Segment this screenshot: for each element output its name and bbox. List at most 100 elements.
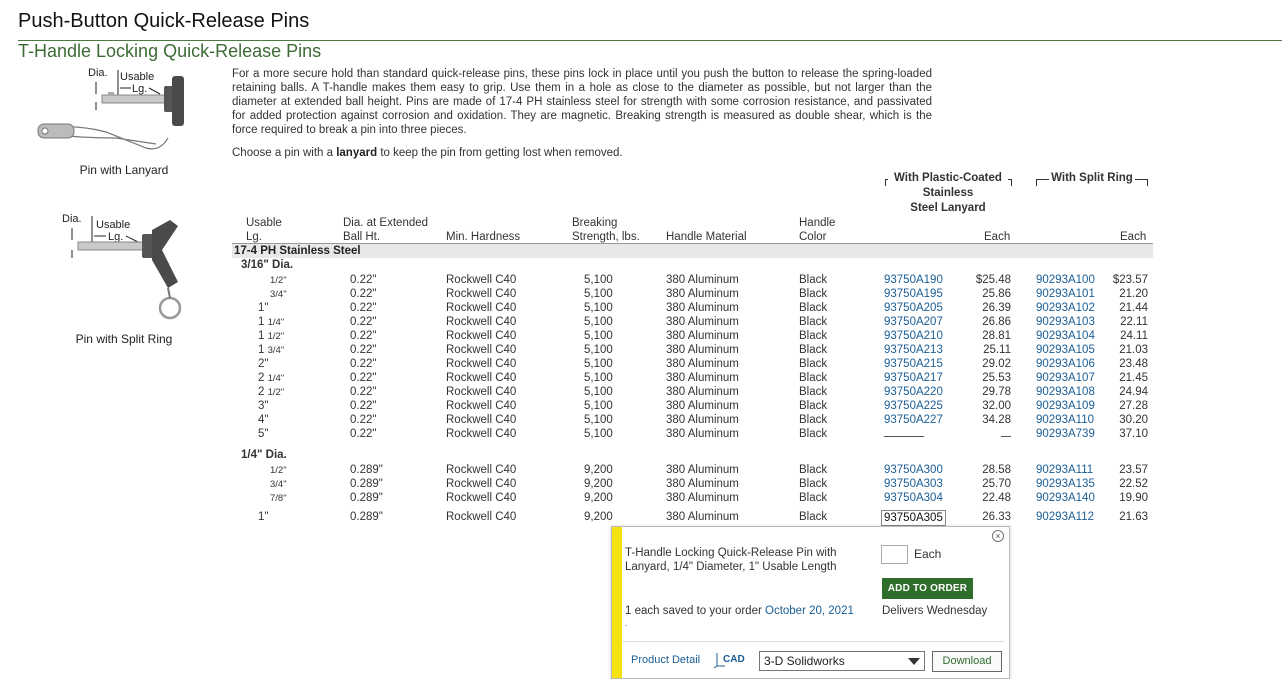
split-ring-part-number-link[interactable]: 90293A135 <box>1036 477 1095 491</box>
lanyard-part-number-link[interactable]: 93750A304 <box>884 491 943 505</box>
usable-length-cell: 2 1/2" <box>258 385 284 400</box>
table-row: 7/8" 0.289" Rockwell C40 9,200 380 Aluminum B… <box>0 491 1282 505</box>
split-ring-part-number-link[interactable]: 90293A101 <box>1036 287 1095 301</box>
lanyard-part-number-link[interactable]: 93750A220 <box>884 385 943 399</box>
split-ring-dia-label: Dia. <box>62 213 82 225</box>
close-icon[interactable]: × <box>992 530 1004 542</box>
split-ring-part-number-link[interactable]: 90293A111 <box>1036 463 1093 477</box>
handle-color-cell: Black <box>799 288 828 300</box>
usable-length-cell: 1" <box>258 301 268 316</box>
usable-length-cell: 1" <box>258 510 268 525</box>
usable-length-whole: 1" <box>258 302 269 314</box>
lanyard-part-number-link[interactable]: 93750A213 <box>884 343 943 357</box>
hardness-cell: Rockwell C40 <box>446 386 517 398</box>
hardness-cell: Rockwell C40 <box>446 511 517 523</box>
ball-diameter-cell: 0.22" <box>350 414 377 426</box>
table-row: 1" 0.22" Rockwell C40 5,100 380 Aluminum Blac… <box>0 301 1282 315</box>
split-ring-part-number-link[interactable]: 90293A110 <box>1036 413 1094 427</box>
download-button[interactable]: Download <box>932 651 1002 672</box>
split-ring-part-number-link[interactable]: 90293A108 <box>1036 385 1095 399</box>
lanyard-dia-label: Dia. <box>88 67 108 79</box>
lanyard-price-cell: 22.48 <box>982 492 1011 504</box>
handle-material-cell: 380 Aluminum <box>666 386 739 398</box>
delivery-estimate: Delivers Wednesday <box>882 605 988 617</box>
split-ring-part-number-link[interactable]: 90293A109 <box>1036 399 1095 413</box>
usable-length-whole: 1" <box>258 511 269 523</box>
lanyard-part-number-link[interactable]: 93750A207 <box>884 315 943 329</box>
col-header-breaking: Breaking Strength, lbs. <box>572 217 640 243</box>
col-header-each-split-ring: Each <box>1120 231 1147 243</box>
lanyard-part-number-link[interactable]: 93750A305 <box>881 510 946 526</box>
table-row: 3" 0.22" Rockwell C40 5,100 380 Aluminum Blac… <box>0 399 1282 413</box>
cad-format-select[interactable]: 3-D Solidworks <box>759 651 925 671</box>
ball-diameter-cell: 0.22" <box>350 428 377 440</box>
usable-length-whole: 1 <box>258 344 268 356</box>
add-to-order-button[interactable]: ADD TO ORDER <box>882 578 973 599</box>
usable-length-cell: 2 1/4" <box>258 371 284 386</box>
handle-color-cell: Black <box>799 492 828 504</box>
saved-order-date-link[interactable]: October 20, 2021 <box>765 605 854 617</box>
handle-material-cell: 380 Aluminum <box>666 358 739 370</box>
split-ring-part-number-link[interactable]: 90293A103 <box>1036 315 1095 329</box>
handle-material-cell: 380 Aluminum <box>666 316 739 328</box>
lanyard-part-number-link[interactable]: 93750A195 <box>884 287 943 301</box>
split-ring-part-number-link[interactable]: 90293A100 <box>1036 273 1095 287</box>
lanyard-part-number-link[interactable]: 93750A210 <box>884 329 943 343</box>
hardness-cell: Rockwell C40 <box>446 358 517 370</box>
handle-color-cell: Black <box>799 372 828 384</box>
handle-material-cell: 380 Aluminum <box>666 492 739 504</box>
usable-length-cell: 1 3/4" <box>258 343 284 358</box>
handle-material-cell: 380 Aluminum <box>666 414 739 426</box>
lanyard-part-number-link[interactable]: 93750A205 <box>884 301 943 315</box>
product-detail-link[interactable]: Product Detail <box>631 654 700 666</box>
lanyard-part-number-link[interactable]: 93750A215 <box>884 357 943 371</box>
lanyard-price-unavailable <box>1001 427 1011 441</box>
breaking-strength-cell: 5,100 <box>584 400 613 412</box>
breaking-strength-cell: 5,100 <box>584 428 613 440</box>
split-ring-part-number-link[interactable]: 90293A105 <box>1036 343 1095 357</box>
usable-length-fraction: 1/2" <box>267 331 285 342</box>
handle-color-cell: Black <box>799 414 828 426</box>
split-ring-part-number-link[interactable]: 90293A102 <box>1036 301 1095 315</box>
choose-note: Choose a pin with a lanyard to keep the … <box>232 147 623 159</box>
split-ring-price-cell: 23.48 <box>1119 358 1148 370</box>
lanyard-part-number-link[interactable]: 93750A227 <box>884 413 943 427</box>
handle-color-cell: Black <box>799 478 828 490</box>
ball-diameter-cell: 0.289" <box>350 464 383 476</box>
lanyard-part-number-link[interactable]: 93750A225 <box>884 399 943 413</box>
handle-color-cell: Black <box>799 330 828 342</box>
handle-color-cell: Black <box>799 316 828 328</box>
handle-material-cell: 380 Aluminum <box>666 478 739 490</box>
quantity-input[interactable] <box>881 545 908 564</box>
col-header-material: Handle Material <box>666 231 747 243</box>
lanyard-usable-label: Usable <box>120 71 154 83</box>
table-row: 1 1/2" 0.22" Rockwell C40 5,100 380 Aluminum… <box>0 329 1282 343</box>
usable-length-whole: 2 <box>258 372 268 384</box>
split-ring-group-header: With Split Ring <box>1049 172 1135 184</box>
split-ring-part-number-link[interactable]: 90293A739 <box>1036 427 1095 441</box>
unavailable-dash <box>1001 427 1011 437</box>
split-ring-part-number-link[interactable]: 90293A112 <box>1036 510 1094 524</box>
lanyard-part-number-link[interactable]: 93750A303 <box>884 477 943 491</box>
lanyard-price-cell: 26.86 <box>982 316 1011 328</box>
quantity-unit-label: Each <box>914 547 942 561</box>
lanyard-part-number-link[interactable]: 93750A300 <box>884 463 943 477</box>
split-ring-part-number-link[interactable]: 90293A106 <box>1036 357 1095 371</box>
split-ring-lg-label: Lg. <box>108 231 123 243</box>
handle-material-cell: 380 Aluminum <box>666 511 739 523</box>
split-ring-part-number-link[interactable]: 90293A104 <box>1036 329 1095 343</box>
usable-length-fraction: 3/4" <box>270 479 287 490</box>
table-row: 2 1/4" 0.22" Rockwell C40 5,100 380 Aluminum… <box>0 371 1282 385</box>
split-ring-part-number-link[interactable]: 90293A140 <box>1036 491 1095 505</box>
lanyard-group-header: With Plastic-Coated Stainless Steel Lany… <box>888 171 1008 216</box>
split-ring-price-cell: 22.52 <box>1119 478 1148 490</box>
split-ring-part-number-link[interactable]: 90293A107 <box>1036 371 1095 385</box>
hardness-cell: Rockwell C40 <box>446 428 517 440</box>
lanyard-price-cell: 25.70 <box>982 478 1011 490</box>
handle-material-cell: 380 Aluminum <box>666 464 739 476</box>
usable-length-whole: 2" <box>258 358 269 370</box>
lanyard-part-number-link[interactable]: 93750A217 <box>884 371 943 385</box>
lanyard-part-number-link[interactable]: 93750A190 <box>884 273 943 287</box>
breaking-strength-cell: 5,100 <box>584 316 613 328</box>
usable-length-cell: 4" <box>258 413 268 428</box>
